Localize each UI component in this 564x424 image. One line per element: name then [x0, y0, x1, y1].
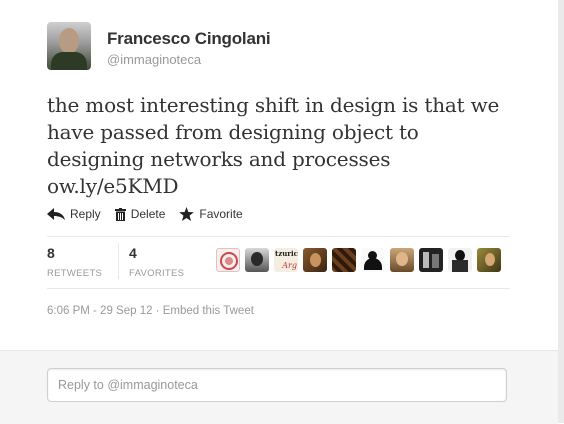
author-handle[interactable]: @immaginoteca — [107, 52, 201, 67]
avatar-text-line2: Arg — [282, 261, 297, 270]
tweet-time[interactable]: 6:06 PM - 29 Sep 12 — [47, 305, 152, 317]
reply-label: Reply — [70, 207, 101, 221]
delete-label: Delete — [130, 207, 166, 221]
favorite-button[interactable]: Favorite — [179, 207, 243, 221]
tweet-text: the most interesting shift in design is … — [47, 93, 500, 198]
favorite-label: Favorite — [199, 207, 243, 221]
tweet-meta: 6:06 PM - 29 Sep 12 · Embed this Tweet — [47, 305, 254, 317]
user-avatar-5[interactable] — [332, 248, 356, 272]
reply-icon — [47, 208, 65, 220]
author-avatar[interactable] — [47, 22, 91, 70]
tweet-actions: Reply Delete Favorite — [47, 207, 257, 221]
author-name[interactable]: Francesco Cingolani — [107, 29, 271, 49]
trash-icon — [114, 207, 126, 221]
favorites-stat[interactable]: 4 FAVORITES — [129, 245, 184, 279]
user-avatar-1[interactable] — [216, 248, 240, 272]
stat-separator — [118, 243, 119, 279]
scroll-edge — [558, 0, 564, 423]
avatar-shirt — [51, 52, 87, 70]
user-avatar-7[interactable] — [390, 248, 414, 272]
avatar-head — [59, 28, 79, 54]
retweeter-avatars: tzuric Arg — [216, 248, 506, 272]
retweets-label: RETWEETS — [47, 268, 103, 279]
tweet-card: Francesco Cingolani @immaginoteca the mo… — [0, 0, 564, 424]
star-icon — [179, 207, 195, 221]
user-avatar-6[interactable] — [361, 248, 385, 272]
retweets-stat[interactable]: 8 RETWEETS — [47, 245, 102, 279]
divider-top — [47, 236, 510, 237]
avatar-text-line1: tzuric — [275, 249, 298, 258]
favorites-label: FAVORITES — [129, 268, 185, 279]
user-avatar-10[interactable] — [477, 248, 501, 272]
reply-button[interactable]: Reply — [47, 207, 101, 221]
favorites-count: 4 — [129, 245, 137, 261]
delete-button[interactable]: Delete — [114, 207, 166, 221]
user-avatar-9[interactable] — [448, 248, 472, 272]
user-avatar-8[interactable] — [419, 248, 443, 272]
reply-input[interactable] — [47, 368, 507, 402]
user-avatar-2[interactable] — [245, 248, 269, 272]
meta-separator: · — [152, 305, 163, 317]
retweets-count: 8 — [47, 245, 55, 261]
user-avatar-3[interactable]: tzuric Arg — [274, 248, 298, 272]
user-avatar-4[interactable] — [303, 248, 327, 272]
embed-tweet-link[interactable]: Embed this Tweet — [163, 305, 254, 317]
divider-bottom — [47, 288, 510, 289]
